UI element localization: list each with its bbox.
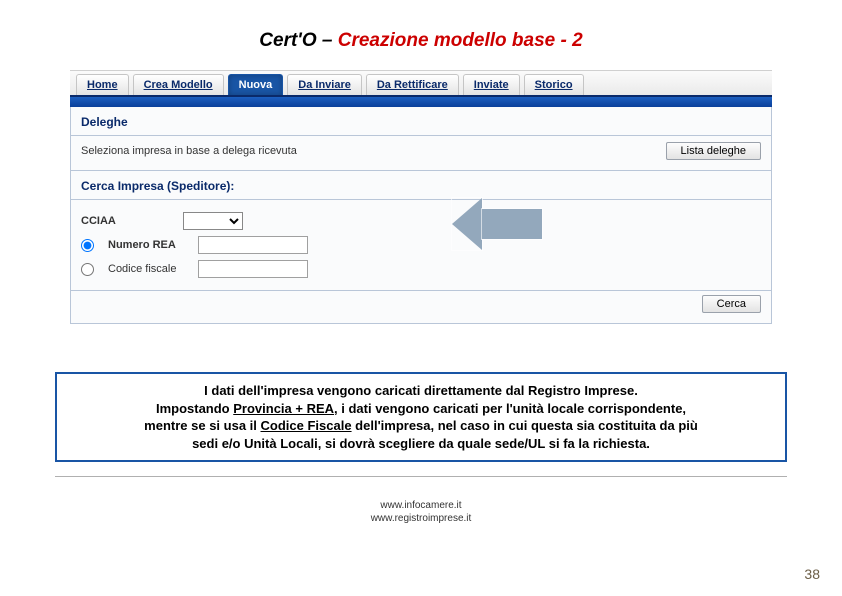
info-line-3: mentre se si usa il Codice Fiscale dell'… [69,417,773,435]
bluebar [70,97,772,107]
numero-rea-radio[interactable] [81,239,94,252]
deleghe-panel: Deleghe Seleziona impresa in base a dele… [70,107,772,171]
deleghe-heading: Deleghe [71,107,771,136]
info-line-4: sedi e/o Unità Locali, si dovrà sceglier… [69,435,773,453]
info-line-1: I dati dell'impresa vengono caricati dir… [69,382,773,400]
footer-links: www.infocamere.it www.registroimprese.it [0,499,842,525]
cerca-impresa-panel: Cerca Impresa (Speditore): CCIAA Numero … [70,171,772,324]
app-shell: HomeCrea ModelloNuovaDa InviareDa Rettif… [70,70,772,324]
info-line-2: Impostando Provincia + REA, i dati vengo… [69,400,773,418]
title-part1: Cert'O – [259,30,337,51]
page-number: 38 [804,566,820,582]
footer-link-1: www.infocamere.it [0,499,842,512]
cciaa-label: CCIAA [81,215,173,227]
tab-bar: HomeCrea ModelloNuovaDa InviareDa Rettif… [70,70,772,97]
tab-inviate[interactable]: Inviate [463,74,520,95]
numero-rea-label: Numero REA [108,239,188,251]
callout-arrow-left-icon [452,198,542,250]
footer-link-2: www.registroimprese.it [0,512,842,525]
divider [55,476,787,477]
tab-da-inviare[interactable]: Da Inviare [287,74,362,95]
lista-deleghe-button[interactable]: Lista deleghe [666,142,761,160]
tab-crea-modello[interactable]: Crea Modello [133,74,224,95]
deleghe-hint: Seleziona impresa in base a delega ricev… [81,145,297,157]
tab-nuova[interactable]: Nuova [228,74,284,95]
codice-fiscale-input[interactable] [198,260,308,278]
tab-home[interactable]: Home [76,74,129,95]
slide-title: Cert'O – Creazione modello base - 2 [0,0,842,70]
cerca-heading: Cerca Impresa (Speditore): [71,171,771,200]
numero-rea-input[interactable] [198,236,308,254]
cciaa-select[interactable] [183,212,243,230]
info-box: I dati dell'impresa vengono caricati dir… [55,372,787,462]
codice-fiscale-label: Codice fiscale [108,263,188,275]
tab-da-rettificare[interactable]: Da Rettificare [366,74,459,95]
tab-storico[interactable]: Storico [524,74,584,95]
cerca-button[interactable]: Cerca [702,295,761,313]
codice-fiscale-radio[interactable] [81,263,94,276]
title-part2: Creazione modello base - 2 [338,30,583,51]
